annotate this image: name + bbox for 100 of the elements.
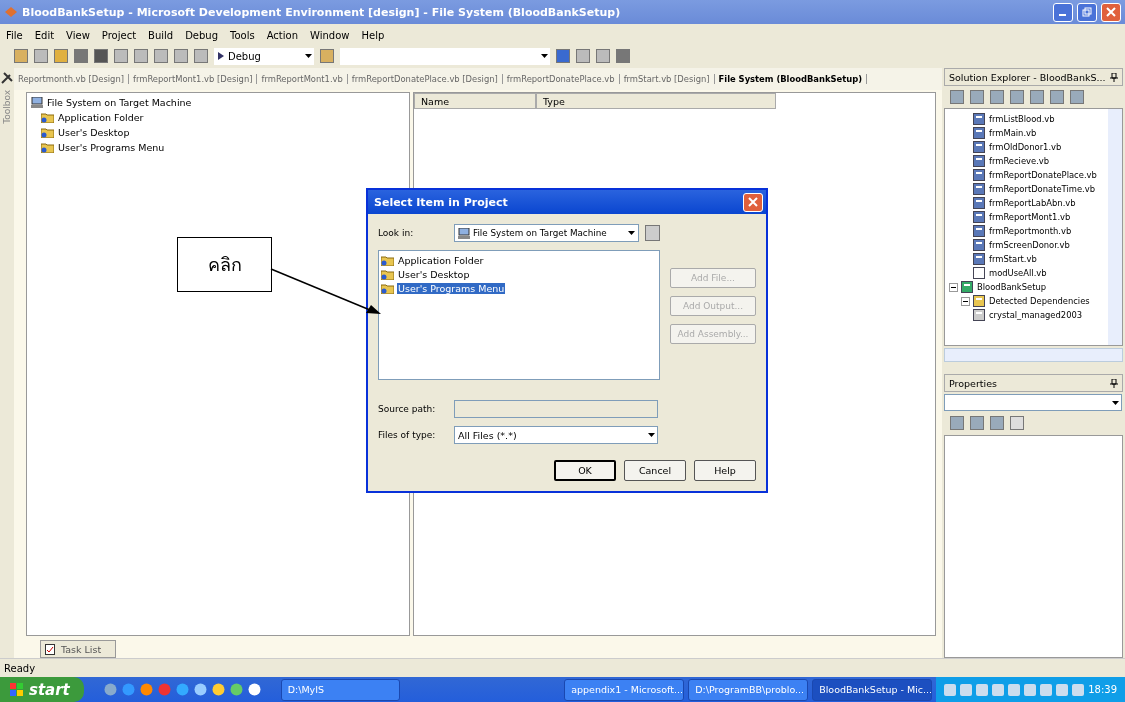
toolbar-icon[interactable] [54,49,68,63]
horizontal-scrollbar[interactable] [944,348,1123,362]
toolbar-icon[interactable] [1030,90,1044,104]
tree-item[interactable]: frmReportMont1.vb [988,212,1072,222]
taskbar-button[interactable]: appendix1 - Microsoft... [564,678,685,701]
tray-icon[interactable] [1024,683,1037,696]
configuration-dropdown[interactable]: Debug [214,47,314,65]
tree-item[interactable]: BloodBankSetup [976,282,1048,292]
dialog-button[interactable]: Cancel [624,460,686,481]
file-type-dropdown[interactable]: All Files (*.*) [454,426,658,444]
tray-icon[interactable] [960,683,973,696]
tree-item[interactable]: frmStart.vb [988,254,1038,264]
tray-icon[interactable] [1040,683,1053,696]
taskbar-button[interactable]: BloodBankSetup - Mic... [812,678,933,701]
toolbar-icon[interactable] [970,90,984,104]
document-tab[interactable]: frmReportDonatePlace.vb [Design] [347,74,503,84]
document-tab[interactable]: frmReportMont1.vb [257,74,348,84]
tree-item[interactable]: modUseAll.vb [988,268,1048,278]
tray-icon[interactable] [976,683,989,696]
tree-item[interactable]: frmRecieve.vb [988,156,1051,166]
tray-icon[interactable] [1072,683,1085,696]
dialog-button[interactable]: OK [554,460,616,481]
tray-icon[interactable] [944,683,957,696]
search-dropdown[interactable] [340,47,550,65]
toolbar-icon[interactable] [576,49,590,63]
toolbar-icon[interactable] [114,49,128,63]
toolbar-icon[interactable] [990,90,1004,104]
vertical-scrollbar[interactable] [1108,109,1122,345]
toolbar-icon[interactable] [154,49,168,63]
menu-item[interactable]: View [66,29,90,41]
menu-item[interactable]: File [6,29,23,41]
menu-item[interactable]: Help [361,29,385,41]
toolbar-icon[interactable] [194,49,208,63]
quick-launch-icon[interactable] [211,683,225,696]
quick-launch-icon[interactable] [193,683,207,696]
pin-icon[interactable] [1110,378,1118,388]
toolbar-icon[interactable] [1010,416,1024,430]
minimize-button[interactable] [1053,2,1073,22]
task-list-tab[interactable]: Task List [40,640,116,658]
toolbar-icon[interactable] [596,49,610,63]
tree-item[interactable]: User's Programs Menu [57,141,166,153]
tray-icon[interactable] [1056,683,1069,696]
menu-item[interactable]: Action [266,29,299,41]
toolbar-icon[interactable] [134,49,148,63]
toolbar-icon[interactable] [950,416,964,430]
menu-item[interactable]: Build [148,29,174,41]
column-header[interactable]: Name [414,93,536,109]
menu-item[interactable]: Edit [34,29,55,41]
start-button[interactable]: start [0,677,84,702]
document-tab[interactable]: File System (BloodBankSetup) [714,74,868,84]
taskbar-button[interactable]: D:\ProgramBB\problo... [688,678,809,701]
document-tab[interactable]: Reportmonth.vb [Design] [14,74,129,84]
tree-item[interactable]: frmReportmonth.vb [988,226,1073,236]
tree-item[interactable]: frmScreenDonor.vb [988,240,1071,250]
menu-item[interactable]: Debug [185,29,219,41]
tree-item[interactable]: Detected Dependencies [988,296,1091,306]
collapse-icon[interactable] [949,282,958,292]
quick-launch-icon[interactable] [175,683,189,696]
tree-item[interactable]: frmListBlood.vb [988,114,1056,124]
document-tab[interactable]: frmReportMont1.vb [Design] [129,74,258,84]
tree-item[interactable]: frmOldDonor1.vb [988,142,1063,152]
quick-launch-icon[interactable] [247,683,261,696]
toolbar-icon[interactable] [950,90,964,104]
tree-item[interactable]: frmReportLabAbn.vb [988,198,1077,208]
menu-item[interactable]: Window [310,29,350,41]
dialog-button[interactable]: Help [694,460,756,481]
toolbar-icon[interactable] [174,49,188,63]
toolbar-icon[interactable] [1010,90,1024,104]
pin-icon[interactable] [1110,72,1118,82]
toolbar-icon[interactable] [990,416,1004,430]
list-item[interactable]: User's Programs Menu [397,282,506,294]
tree-item[interactable]: User's Desktop [57,126,131,138]
tree-item[interactable]: File System on Target Machine [46,96,193,108]
tree-item[interactable]: frmReportDonatePlace.vb [988,170,1098,180]
toolbar-icon[interactable] [1050,90,1064,104]
object-dropdown[interactable] [944,394,1122,411]
close-button[interactable] [743,192,763,212]
tree-item[interactable]: Application Folder [57,111,145,123]
menu-item[interactable]: Project [101,29,137,41]
restore-button[interactable] [1077,2,1097,22]
collapse-icon[interactable] [961,296,970,306]
toolbar-icon[interactable] [1070,90,1084,104]
column-header[interactable]: Type [536,93,776,109]
toolbar-icon[interactable] [970,416,984,430]
list-item[interactable]: Application Folder [397,254,485,266]
tree-item[interactable]: frmMain.vb [988,128,1038,138]
tree-item[interactable]: crystal_managed2003 [988,310,1084,320]
tray-icon[interactable] [1008,683,1021,696]
toolbar-icon[interactable] [34,49,48,63]
look-in-dropdown[interactable]: File System on Target Machine [454,224,639,242]
document-tab[interactable]: frmStart.vb [Design] [619,74,715,84]
tree-item[interactable]: frmReportDonateTime.vb [988,184,1097,194]
toolbar-icon[interactable] [94,49,108,63]
menu-item[interactable]: Tools [230,29,255,41]
list-item[interactable]: User's Desktop [397,268,471,280]
quick-launch-icon[interactable] [139,683,153,696]
quick-launch-icon[interactable] [103,683,117,696]
tray-icon[interactable] [992,683,1005,696]
close-button[interactable] [1101,2,1121,22]
toolbar-icon[interactable] [14,49,28,63]
